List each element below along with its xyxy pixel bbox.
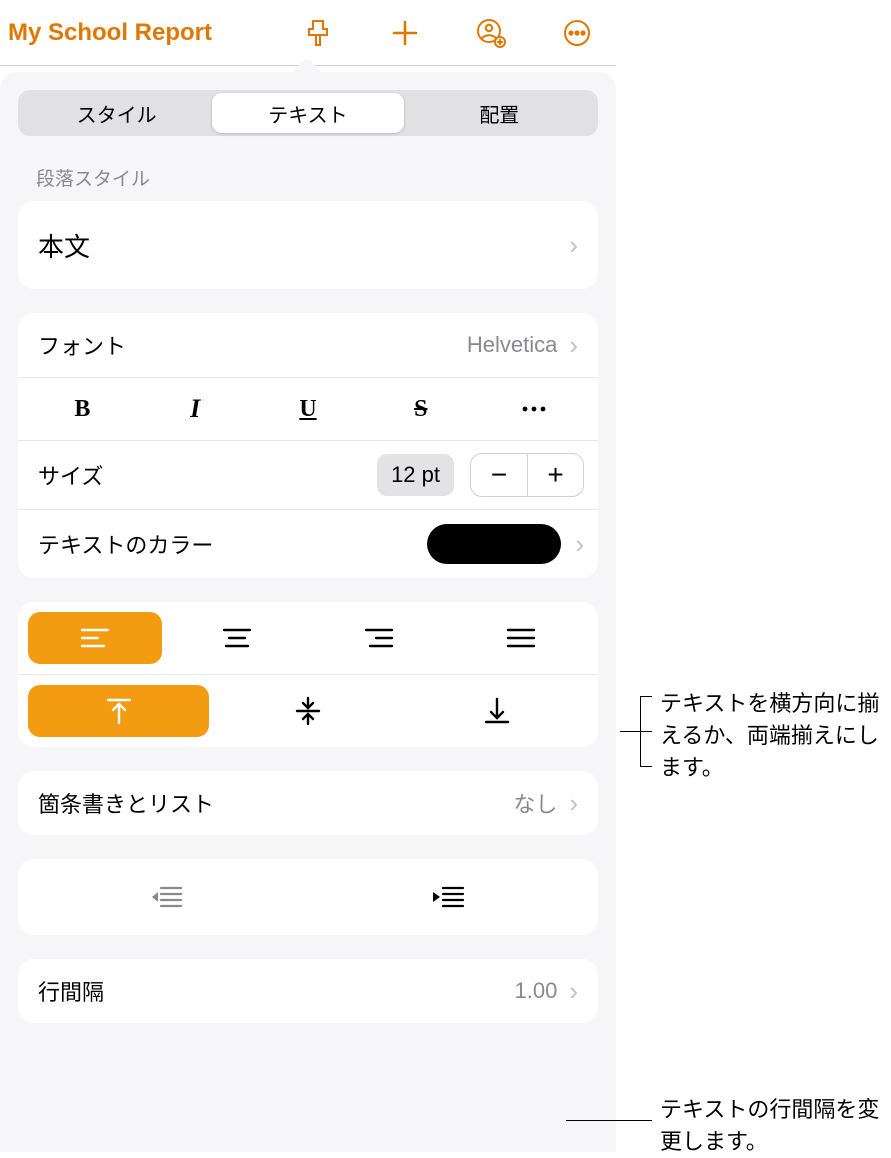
size-value[interactable]: 12 pt [377, 454, 454, 496]
format-brush-icon[interactable] [302, 16, 336, 50]
font-value: Helvetica [467, 332, 557, 358]
toolbar: My School Report [0, 0, 616, 66]
chevron-right-icon: › [569, 976, 578, 1007]
size-increase-button[interactable]: + [527, 454, 583, 496]
font-card: フォント Helvetica › B I U S サイズ [18, 313, 598, 578]
tab-text[interactable]: テキスト [212, 93, 403, 133]
horizontal-align-row [18, 602, 598, 674]
bold-button[interactable]: B [26, 390, 139, 428]
bullets-label: 箇条書きとリスト [38, 787, 513, 819]
format-tabs: スタイル テキスト 配置 [18, 90, 598, 136]
size-stepper: − + [470, 453, 584, 497]
indent-row [18, 859, 598, 935]
document-title: My School Report [8, 19, 212, 47]
align-justify-button[interactable] [454, 612, 588, 664]
alignment-card [18, 602, 598, 747]
bullets-value: なし [513, 787, 557, 819]
chevron-right-icon: › [569, 330, 578, 361]
line-spacing-row[interactable]: 行間隔 1.00 › [18, 959, 598, 1023]
insert-plus-icon[interactable] [388, 16, 422, 50]
size-row: サイズ 12 pt − + [18, 440, 598, 509]
more-menu-icon[interactable] [560, 16, 594, 50]
underline-button[interactable]: U [252, 390, 365, 428]
vertical-align-row [18, 674, 598, 747]
text-style-row: B I U S [18, 377, 598, 440]
bullets-card: 箇条書きとリスト なし › [18, 771, 598, 835]
line-spacing-label: 行間隔 [38, 975, 515, 1007]
paragraph-style-row[interactable]: 本文 › [18, 201, 598, 289]
chevron-right-icon: › [575, 529, 584, 560]
collaborate-icon[interactable] [474, 16, 508, 50]
align-right-button[interactable] [312, 612, 446, 664]
more-text-style-button[interactable] [477, 390, 590, 428]
bullets-row[interactable]: 箇条書きとリスト なし › [18, 771, 598, 835]
paragraph-style-label: 段落スタイル [36, 164, 598, 191]
tab-arrange[interactable]: 配置 [404, 93, 595, 133]
format-panel: スタイル テキスト 配置 段落スタイル 本文 › フォント Helvetica … [0, 72, 616, 1152]
paragraph-style-value: 本文 [38, 227, 563, 264]
valign-bottom-button[interactable] [407, 685, 588, 737]
strikethrough-button[interactable]: S [364, 390, 477, 428]
tab-style[interactable]: スタイル [21, 93, 212, 133]
size-decrease-button[interactable]: − [471, 454, 527, 496]
chevron-right-icon: › [569, 788, 578, 819]
font-label: フォント [38, 329, 467, 361]
line-spacing-value: 1.00 [515, 978, 558, 1004]
outdent-button[interactable] [28, 875, 308, 919]
valign-middle-button[interactable] [217, 685, 398, 737]
indent-button[interactable] [308, 875, 588, 919]
size-label: サイズ [38, 459, 377, 491]
font-row[interactable]: フォント Helvetica › [18, 313, 598, 377]
align-left-button[interactable] [28, 612, 162, 664]
toolbar-actions [302, 16, 608, 50]
align-center-button[interactable] [170, 612, 304, 664]
indent-card [18, 859, 598, 935]
italic-button[interactable]: I [139, 390, 252, 428]
chevron-right-icon: › [569, 230, 578, 261]
text-color-row[interactable]: テキストのカラー › [18, 509, 598, 578]
line-spacing-card: 行間隔 1.00 › [18, 959, 598, 1023]
paragraph-style-card: 本文 › [18, 201, 598, 289]
text-color-label: テキストのカラー [38, 528, 427, 560]
callout-spacing: テキストの行間隔を変更します。 [660, 1094, 884, 1158]
callout-align: テキストを横方向に揃えるか、両端揃えにします。 [660, 688, 884, 784]
text-color-swatch[interactable] [427, 524, 561, 564]
valign-top-button[interactable] [28, 685, 209, 737]
